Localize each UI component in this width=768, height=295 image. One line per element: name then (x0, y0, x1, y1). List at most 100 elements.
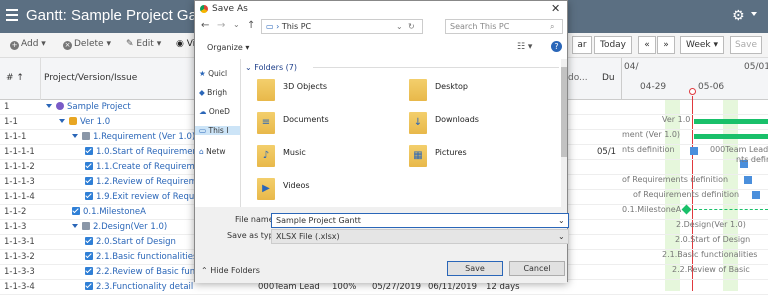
gantt-bar-task[interactable] (752, 191, 760, 199)
row-name[interactable]: Ver 1.0 (59, 115, 110, 130)
row-name[interactable]: 1.2.Review of Requireme (85, 175, 202, 190)
checkbox-icon[interactable] (85, 237, 93, 245)
up-icon[interactable]: ↑ (247, 20, 255, 31)
col-issue[interactable]: Project/Version/Issue (44, 73, 137, 83)
address-bar[interactable]: ▭ › This PC ⌄ ↻ (261, 19, 423, 34)
star-icon: ★ (199, 69, 206, 78)
chevron-down-icon[interactable]: ⌄ (233, 20, 240, 29)
row-name[interactable]: 1.9.Exit review of Requir (85, 190, 200, 205)
chevron-down-icon[interactable] (751, 12, 757, 16)
checkbox-icon[interactable] (85, 177, 93, 185)
add-button[interactable]: + Add ▾ (10, 39, 46, 50)
expand-icon[interactable] (72, 134, 78, 138)
nav-quick-access[interactable]: ★ Quicl (199, 69, 227, 78)
folder-label: Music (283, 148, 306, 157)
save-button[interactable]: Save (730, 36, 762, 54)
documents-icon: ≡ (257, 112, 275, 134)
folders-header[interactable]: ⌄ Folders (7) (245, 63, 297, 72)
checkbox-icon[interactable] (85, 267, 93, 275)
checkbox-icon[interactable] (85, 282, 93, 290)
gantt-bar-task[interactable] (690, 147, 698, 155)
checkbox-icon[interactable] (85, 147, 93, 155)
calendar-button[interactable]: ar (572, 36, 592, 54)
version-icon (69, 117, 77, 125)
delete-button[interactable]: × Delete ▾ (63, 39, 111, 50)
row-name[interactable]: 2.2.Review of Basic fund (85, 265, 201, 280)
scrollbar[interactable] (561, 59, 567, 207)
row-name[interactable]: 1.0.Start of Requirement (85, 145, 201, 160)
view-button[interactable]: ◉ Vi (176, 39, 195, 49)
gantt-label: Ver 1.0 (662, 115, 691, 124)
view-options-icon[interactable]: ☷ ▾ (517, 42, 532, 52)
day-header-1: 04-29 (640, 82, 667, 92)
gantt-label: ment (Ver 1.0) (622, 130, 681, 139)
row-number: 1-1-3-1 (4, 237, 35, 247)
plus-icon: + (10, 41, 19, 50)
dialog-save-button[interactable]: Save (447, 261, 503, 276)
hide-folders-label: Hide Folders (210, 266, 260, 275)
row-number: 1-1-3 (4, 222, 27, 232)
folder-label: Desktop (435, 82, 468, 91)
menu-icon[interactable] (6, 9, 18, 21)
row-number: 1-1-1-3 (4, 177, 35, 187)
row-number: 1-1-3-4 (4, 282, 35, 292)
checkbox-icon[interactable] (85, 162, 93, 170)
edit-button[interactable]: ✎ Edit ▾ (126, 39, 161, 49)
checkbox-icon[interactable] (85, 252, 93, 260)
file-name-input[interactable]: Sample Project Gantt ⌄ (271, 213, 569, 228)
row-name[interactable]: 0.1.MilestoneA (72, 205, 146, 220)
next-button[interactable]: » (657, 36, 675, 54)
dialog-titlebar: Save As ✕ (195, 1, 567, 17)
week-select[interactable]: Week ▾ (680, 36, 724, 54)
expand-icon[interactable] (59, 119, 65, 123)
row-number: 1-1-1-4 (4, 192, 35, 202)
divider (313, 67, 559, 68)
gantt-label: 2.0.Start of Design (675, 235, 751, 244)
col-done[interactable]: do... (568, 73, 588, 83)
due-date-cell: 05/1 (597, 147, 617, 157)
gantt-label: of Requirements definition (622, 175, 729, 184)
row-name[interactable]: 2.0.Start of Design (85, 235, 176, 250)
pc-icon: ▭ (199, 126, 207, 135)
refresh-icon: ↻ (408, 22, 415, 31)
row-label: 1.9.Exit review of Requir (96, 192, 201, 202)
gear-icon[interactable]: ⚙ (732, 8, 745, 24)
help-icon[interactable]: ? (551, 41, 562, 52)
gantt-bar-version[interactable] (694, 119, 768, 124)
organize-button[interactable]: Organize ▾ (207, 43, 249, 52)
folder-label: Documents (283, 115, 329, 124)
close-icon[interactable]: ✕ (551, 1, 560, 17)
checkbox-icon[interactable] (72, 207, 80, 215)
downloads-icon: ↓ (409, 112, 427, 134)
expand-icon[interactable] (72, 224, 78, 228)
gantt-bar-task[interactable] (744, 176, 752, 184)
col-num[interactable]: # ↑ (6, 73, 24, 83)
row-number: 1-1 (4, 117, 18, 127)
back-icon[interactable]: ← (201, 20, 209, 31)
row-name[interactable]: Sample Project (46, 100, 131, 115)
nav-this-pc[interactable]: ▭ This I (195, 126, 240, 135)
nav-network[interactable]: ⌂ Netw (199, 147, 225, 156)
col-divider (40, 58, 41, 100)
row-name[interactable]: 2.Design(Ver 1.0) (72, 220, 167, 235)
row-name[interactable]: 1.1.Create of Requireme (85, 160, 200, 175)
today-button[interactable]: Today (594, 36, 632, 54)
expand-icon[interactable] (46, 104, 52, 108)
gantt-bar-requirement[interactable] (694, 134, 768, 139)
checkbox-icon[interactable] (85, 192, 93, 200)
dialog-cancel-button[interactable]: Cancel (509, 261, 565, 276)
forward-icon[interactable]: → (217, 20, 225, 31)
pencil-icon: ✎ (126, 39, 137, 49)
row-name[interactable]: 2.1.Basic functionalities (85, 250, 197, 265)
nav-bright[interactable]: ◆ Brigh (199, 88, 227, 97)
row-name[interactable]: 2.3.Functionality detail (85, 280, 193, 295)
nav-onedrive[interactable]: ☁ OneD (199, 107, 230, 116)
chevron-down-icon: ⌄ (558, 216, 565, 225)
row-name[interactable]: 1.Requirement (Ver 1.0) (72, 130, 195, 145)
save-type-select[interactable]: XLSX File (.xlsx) ⌄ (271, 229, 569, 244)
row-label: 1.2.Review of Requireme (96, 177, 203, 187)
hide-folders-button[interactable]: ⌃ Hide Folders (201, 266, 260, 275)
col-due[interactable]: Du (602, 73, 615, 83)
prev-button[interactable]: « (638, 36, 656, 54)
search-input[interactable]: Search This PC ⌕ (445, 19, 563, 34)
